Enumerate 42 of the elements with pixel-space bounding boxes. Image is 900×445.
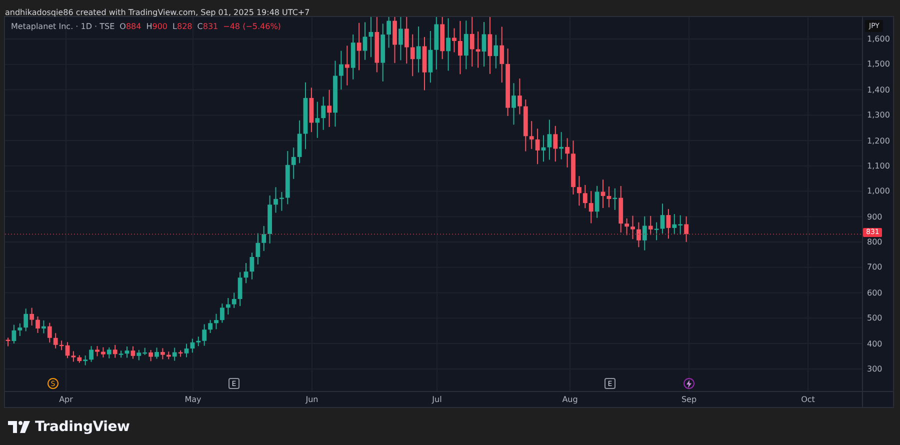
price-tick: 1,500 [867, 60, 890, 69]
candle [333, 60, 338, 128]
lightning-icon[interactable] [684, 378, 694, 389]
candle [95, 346, 100, 357]
price-tick: 800 [867, 238, 882, 247]
ohlc-value: C831 [197, 22, 218, 31]
time-tick: Sep [681, 395, 697, 404]
logo-text: TradingView [35, 418, 130, 434]
price-tick: 300 [867, 364, 882, 374]
price-tick: 500 [867, 314, 882, 323]
price-tick: 400 [867, 339, 882, 348]
candle [630, 215, 635, 240]
price-tick: 1,000 [867, 186, 890, 196]
time-tick: Aug [562, 395, 578, 404]
price-tick: 1,200 [867, 136, 890, 146]
ohlc-value: L828 [172, 22, 192, 31]
time-tick: Apr [59, 395, 73, 404]
attribution-text: andhikadosqie86 created with TradingView.com, Sep 01, 2025 19:48 UTC+7 [5, 8, 310, 17]
logo-icon [8, 420, 30, 432]
price-tick: 1,100 [867, 161, 890, 170]
candle [274, 186, 278, 214]
price-tick: 1,600 [867, 34, 890, 44]
candle [214, 313, 218, 330]
price-tick: 1,400 [867, 85, 890, 94]
ohlc-value: H900 [146, 22, 168, 31]
candle [571, 140, 576, 195]
ohlc-value: O884 [120, 22, 142, 31]
candle [452, 28, 456, 53]
time-tick: Jul [432, 395, 442, 404]
price-tick: 700 [867, 262, 882, 272]
price-tick: 1,300 [867, 110, 890, 120]
time-tick: Jun [306, 395, 318, 404]
price-tick: 600 [867, 288, 882, 298]
candle [392, 17, 397, 64]
price-tick: 900 [867, 212, 882, 222]
candle [512, 82, 516, 126]
candle [36, 316, 40, 334]
time-tick: Oct [801, 395, 815, 404]
candle [154, 347, 159, 360]
time-tick: May [184, 395, 202, 404]
symbol-title: Metaplanet Inc. · 1D · TSE [11, 22, 115, 31]
price-change: −48 (−5.46%) [223, 22, 281, 31]
